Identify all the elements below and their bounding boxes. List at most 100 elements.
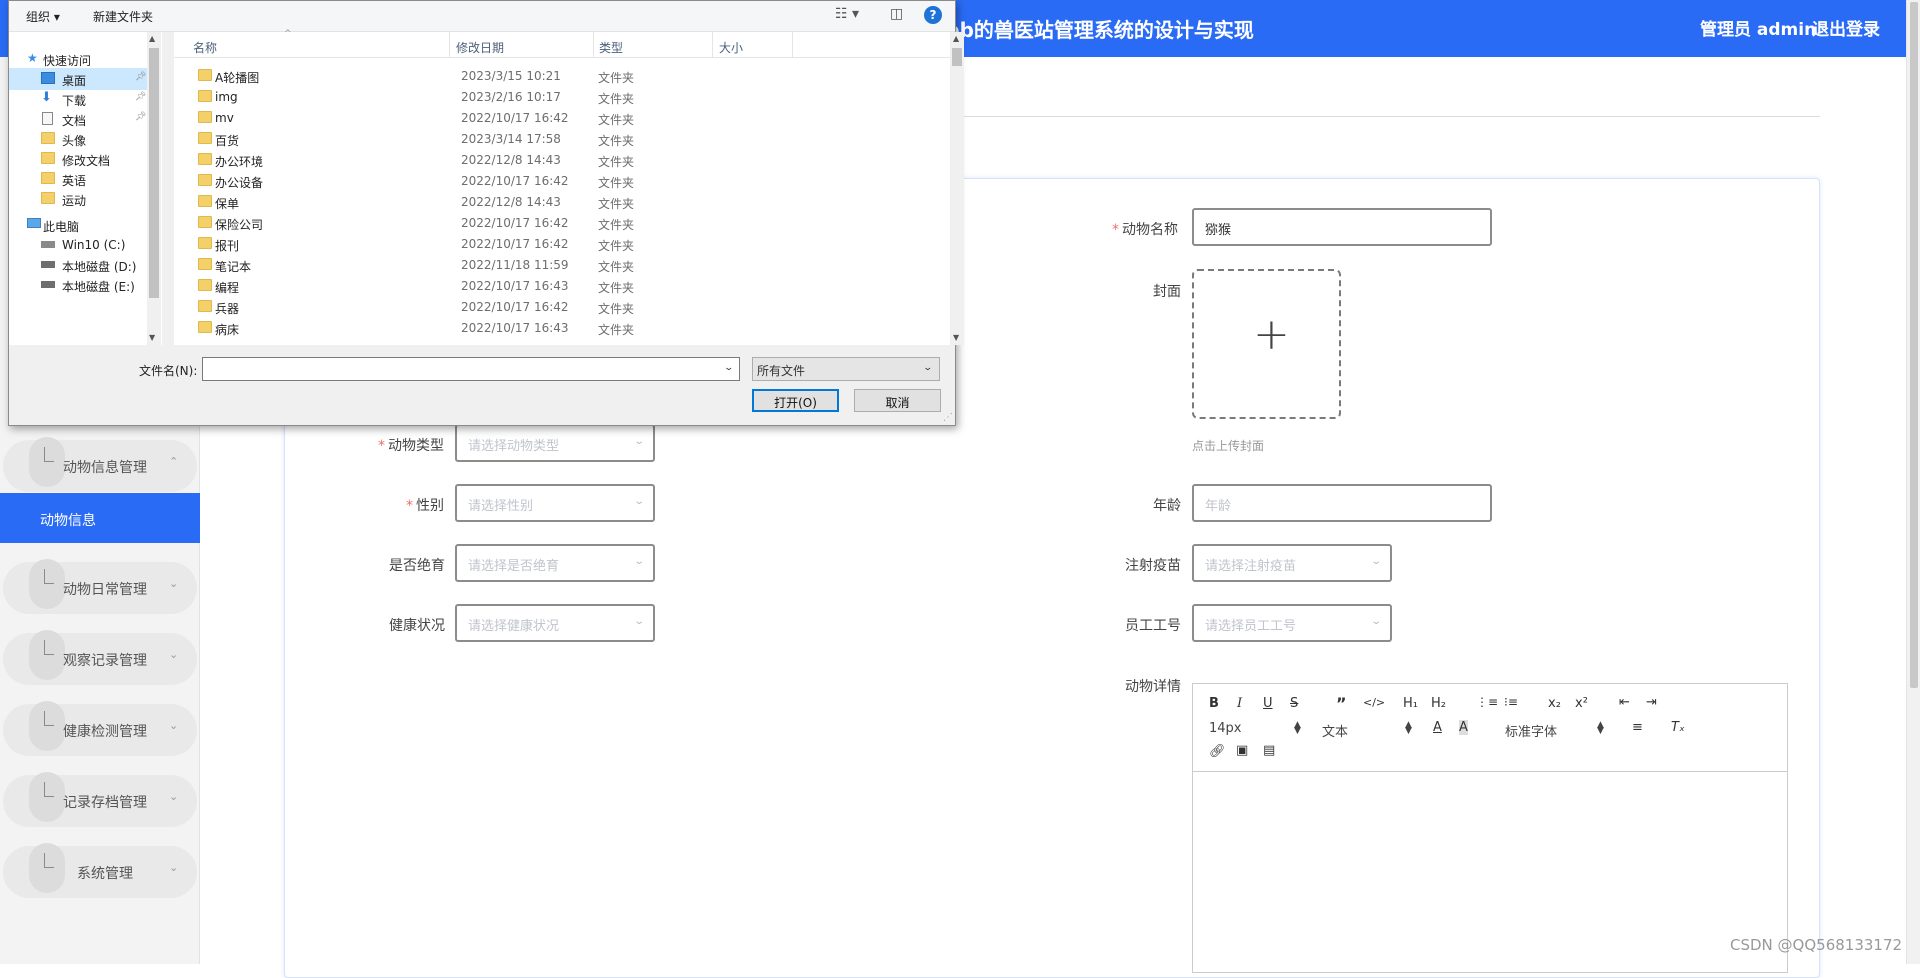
- employee-id-select[interactable]: 请选择员工工号 ⌄: [1192, 604, 1392, 642]
- nav-folder-edit-docs[interactable]: 修改文档: [9, 148, 149, 170]
- column-modified[interactable]: 修改日期: [456, 39, 504, 56]
- nav-downloads[interactable]: ⬇ 下载 📌︎: [9, 88, 149, 110]
- file-row[interactable]: 办公环境 2022/12/8 14:43 文件夹: [174, 149, 954, 170]
- column-divider[interactable]: [593, 32, 594, 58]
- sidebar-item-daily-management[interactable]: 动物日常管理 ⌄: [3, 559, 197, 614]
- block-type-select[interactable]: 文本 ▲ ▼: [1322, 721, 1412, 741]
- nav-scrollbar-thumb[interactable]: [149, 48, 159, 298]
- subscript-icon[interactable]: x₂: [1548, 696, 1561, 711]
- ordered-list-icon[interactable]: ⋮≡: [1476, 695, 1498, 709]
- video-icon[interactable]: ▤: [1263, 743, 1275, 758]
- vaccine-select[interactable]: 请选择注射疫苗 ⌄: [1192, 544, 1392, 582]
- file-row[interactable]: 编程 2022/10/17 16:43 文件夹: [174, 275, 954, 296]
- blockquote-icon[interactable]: ”: [1336, 694, 1347, 713]
- file-row[interactable]: 保险公司 2022/10/17 16:42 文件夹: [174, 212, 954, 233]
- filename-input[interactable]: ⌄: [202, 357, 740, 381]
- heading2-icon[interactable]: H₂: [1431, 696, 1446, 711]
- file-row[interactable]: mv 2022/10/17 16:42 文件夹: [174, 107, 954, 128]
- file-row[interactable]: img 2023/2/16 10:17 文件夹: [174, 86, 954, 107]
- file-row[interactable]: 保单 2022/12/8 14:43 文件夹: [174, 191, 954, 212]
- column-size[interactable]: 大小: [719, 39, 743, 56]
- nav-quick-access[interactable]: ★ 快速访问: [23, 48, 163, 70]
- animal-name-input[interactable]: 猕猴: [1192, 208, 1492, 246]
- folder-icon: [198, 69, 212, 81]
- sidebar-item-observation-management[interactable]: 观察记录管理 ⌄: [3, 630, 197, 685]
- bold-icon[interactable]: B: [1209, 696, 1219, 711]
- page-scrollbar[interactable]: [1906, 0, 1920, 964]
- superscript-icon[interactable]: x²: [1575, 696, 1588, 711]
- nav-folder-sports[interactable]: 运动: [9, 188, 149, 210]
- preview-pane-icon[interactable]: ◫: [890, 6, 903, 22]
- column-name[interactable]: 名称: [193, 39, 217, 56]
- nav-documents[interactable]: 文档 📌︎: [9, 108, 149, 130]
- indent-icon[interactable]: ⇥: [1646, 695, 1657, 710]
- nav-drive-d[interactable]: 本地磁盘 (D:): [9, 254, 149, 276]
- code-icon[interactable]: </>: [1363, 696, 1385, 709]
- chevron-down-icon[interactable]: ⌄: [724, 363, 735, 373]
- gender-select[interactable]: 请选择性别 ⌄: [455, 484, 655, 522]
- file-row[interactable]: 笔记本 2022/11/18 11:59 文件夹: [174, 254, 954, 275]
- chevron-down-icon: ⌄: [922, 363, 934, 373]
- sterilized-select[interactable]: 请选择是否绝育 ⌄: [455, 544, 655, 582]
- new-folder-button[interactable]: 新建文件夹: [93, 8, 153, 25]
- file-row[interactable]: 报刊 2022/10/17 16:42 文件夹: [174, 233, 954, 254]
- animal-type-label: * 动物类型: [378, 438, 444, 454]
- logout-link[interactable]: 退出登录: [1812, 15, 1880, 40]
- scroll-up-icon[interactable]: ▲: [149, 34, 155, 43]
- file-row[interactable]: 百货 2023/3/14 17:58 文件夹: [174, 128, 954, 149]
- filetype-select[interactable]: 所有文件 ⌄: [752, 357, 940, 381]
- scroll-down-icon[interactable]: ▼: [149, 333, 155, 342]
- cancel-button[interactable]: 取消: [854, 389, 941, 412]
- file-list-scrollbar[interactable]: ▲ ▼: [950, 32, 964, 345]
- resize-grip-icon[interactable]: ⋰: [943, 412, 953, 423]
- column-divider[interactable]: [792, 32, 793, 58]
- view-options-icon[interactable]: ☷ ▾: [835, 6, 859, 22]
- sidebar-item-system-management[interactable]: 系统管理 ⌄: [3, 843, 197, 898]
- file-row[interactable]: A轮播图 2023/3/15 10:21 文件夹: [174, 65, 954, 86]
- sidebar-item-archive-management[interactable]: 记录存档管理 ⌄: [3, 772, 197, 827]
- heading1-icon[interactable]: H₁: [1403, 696, 1418, 711]
- health-status-select[interactable]: 请选择健康状况 ⌄: [455, 604, 655, 642]
- align-icon[interactable]: ≡: [1632, 720, 1643, 735]
- nav-folder-english[interactable]: 英语: [9, 168, 149, 190]
- nav-folder-avatar[interactable]: 头像: [9, 128, 149, 150]
- age-input[interactable]: 年龄: [1192, 484, 1492, 522]
- nav-desktop[interactable]: 桌面 📌︎: [9, 68, 149, 90]
- link-icon[interactable]: 🔗︎: [1209, 744, 1226, 759]
- file-open-dialog: 组织 ▾ 新建文件夹 ☷ ▾ ◫ ? ★ 快速访问 桌面 📌︎ ⬇ 下载 📌︎ 文档 📌︎…: [8, 0, 964, 426]
- underline-icon[interactable]: U: [1263, 696, 1273, 711]
- column-divider[interactable]: [449, 32, 450, 58]
- animal-type-select[interactable]: 请选择动物类型 ⌄: [455, 424, 655, 462]
- font-family-select[interactable]: 标准字体 ▲ ▼: [1505, 721, 1604, 741]
- nav-drive-e[interactable]: 本地磁盘 (E:): [9, 274, 149, 296]
- file-row[interactable]: 兵器 2022/10/17 16:42 文件夹: [174, 296, 954, 317]
- file-row[interactable]: 办公设备 2022/10/17 16:42 文件夹: [174, 170, 954, 191]
- help-icon[interactable]: ?: [924, 6, 942, 24]
- cover-upload-box[interactable]: +: [1192, 269, 1341, 419]
- bullet-list-icon[interactable]: ⁝≡: [1504, 695, 1518, 709]
- font-size-select[interactable]: 14px ▲ ▼: [1209, 721, 1301, 737]
- scroll-down-icon[interactable]: ▼: [953, 333, 959, 342]
- sidebar-item-animal-info-management[interactable]: 动物信息管理 ⌃: [3, 437, 197, 492]
- file-row[interactable]: 病床 2022/10/17 16:43 文件夹: [174, 317, 954, 338]
- organize-button[interactable]: 组织 ▾: [26, 8, 60, 25]
- nav-drive-c[interactable]: Win10 (C:): [9, 234, 149, 256]
- sidebar-item-animal-info[interactable]: 动物信息: [0, 493, 200, 543]
- star-icon: ★: [27, 51, 38, 65]
- clear-format-icon[interactable]: Tₓ: [1671, 720, 1685, 735]
- column-type[interactable]: 类型: [599, 39, 623, 56]
- nav-this-pc[interactable]: 此电脑: [23, 214, 163, 236]
- nav-scrollbar[interactable]: ▲ ▼: [147, 32, 161, 345]
- page-scrollbar-thumb[interactable]: [1910, 2, 1918, 688]
- outdent-icon[interactable]: ⇤: [1619, 695, 1630, 710]
- file-scrollbar-thumb[interactable]: [952, 48, 962, 66]
- font-color-icon[interactable]: A: [1433, 720, 1442, 735]
- image-icon[interactable]: ▣: [1236, 743, 1248, 758]
- strikethrough-icon[interactable]: S: [1290, 696, 1298, 711]
- background-color-icon[interactable]: A: [1459, 720, 1468, 735]
- column-divider[interactable]: [712, 32, 713, 58]
- italic-icon[interactable]: I: [1237, 696, 1242, 711]
- open-button[interactable]: 打开(O): [752, 389, 839, 412]
- sidebar-item-health-check-management[interactable]: 健康检测管理 ⌄: [3, 701, 197, 756]
- scroll-up-icon[interactable]: ▲: [953, 34, 959, 43]
